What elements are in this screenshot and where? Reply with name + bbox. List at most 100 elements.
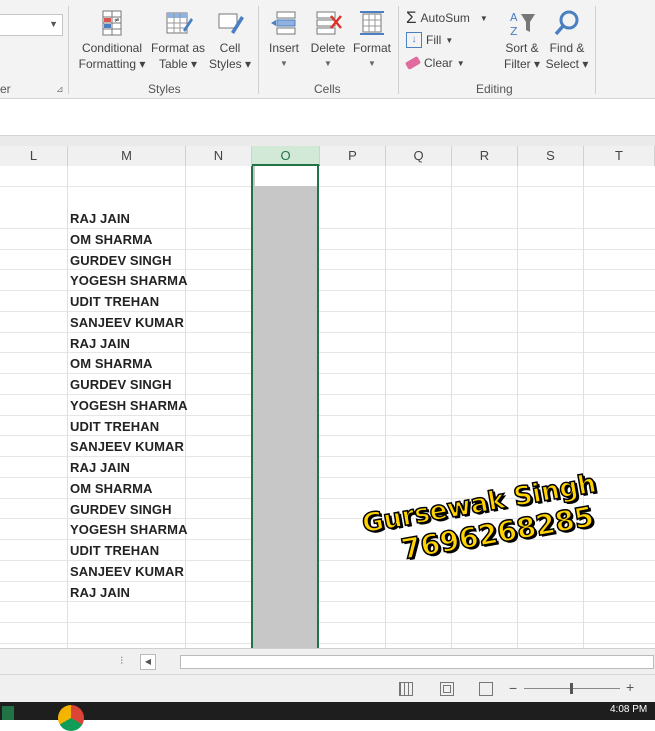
dialog-launcher-icon[interactable]: ⊿: [56, 84, 64, 95]
column-header-t[interactable]: T: [584, 146, 655, 166]
name-cell[interactable]: OM SHARMA: [70, 356, 153, 371]
gridline: [451, 166, 452, 648]
gridline: [0, 435, 655, 437]
excel-taskbar-icon[interactable]: [2, 706, 14, 720]
split-handle-icon[interactable]: ⁝: [120, 654, 124, 667]
column-header-p[interactable]: P: [320, 146, 386, 166]
name-cell[interactable]: YOGESH SHARMA: [70, 273, 188, 288]
chevron-down-icon: ▼: [49, 19, 58, 29]
page-layout-view-icon[interactable]: [440, 682, 454, 696]
name-cell[interactable]: RAJ JAIN: [70, 460, 130, 475]
styles-group-label: Styles: [148, 82, 181, 96]
active-cell[interactable]: [255, 166, 317, 186]
name-cell[interactable]: SANJEEV KUMAR: [70, 315, 184, 330]
ribbon: ▼ er ⊿ ≠ Conditional Formatting ▾ Format…: [0, 0, 655, 99]
group-separator: [258, 6, 259, 94]
clear-button[interactable]: Clear ▼: [404, 56, 465, 70]
gridline: [67, 166, 68, 648]
formula-bar-gap: [0, 136, 655, 146]
delete-label: Delete: [310, 41, 346, 55]
gridline: [0, 290, 655, 291]
column-header-o[interactable]: O: [252, 146, 320, 166]
name-cell[interactable]: UDIT TREHAN: [70, 419, 159, 434]
formula-bar[interactable]: [0, 99, 655, 136]
cell-styles-label-2: Styles ▾: [208, 57, 252, 71]
format-button[interactable]: Format ▼: [350, 8, 394, 72]
format-as-table-label-1: Format as: [150, 41, 205, 55]
chrome-icon[interactable]: [58, 705, 84, 731]
find-select-label-1: Find &: [549, 41, 585, 55]
font-size-box[interactable]: ▼: [0, 14, 63, 36]
name-cell[interactable]: YOGESH SHARMA: [70, 398, 188, 413]
gridline: [0, 601, 655, 603]
insert-label: Insert: [268, 41, 299, 55]
column-header-m[interactable]: M: [68, 146, 186, 166]
conditional-formatting-icon: ≠: [102, 10, 122, 36]
name-cell[interactable]: OM SHARMA: [70, 232, 153, 247]
zoom-slider-thumb[interactable]: [570, 683, 573, 694]
worksheet-grid[interactable]: RAJ JAIN OM SHARMA GURDEV SINGH YOGESH SHAR…: [0, 166, 655, 648]
gridline: [0, 642, 655, 644]
svg-text:≠: ≠: [114, 16, 120, 24]
insert-button[interactable]: Insert ▼: [262, 8, 306, 72]
magnifier-icon: [554, 10, 579, 36]
name-cell[interactable]: GURDEV SINGH: [70, 253, 172, 268]
gridline: [0, 393, 655, 395]
name-cell[interactable]: UDIT TREHAN: [70, 294, 159, 309]
column-header-r[interactable]: R: [452, 146, 518, 166]
name-cell[interactable]: OM SHARMA: [70, 481, 153, 496]
autosum-button[interactable]: Σ AutoSum ▼: [406, 8, 488, 28]
name-cell[interactable]: RAJ JAIN: [70, 211, 130, 226]
name-cell[interactable]: GURDEV SINGH: [70, 502, 172, 517]
normal-view-icon[interactable]: [399, 682, 413, 696]
gridline: [0, 269, 655, 271]
page-break-view-icon[interactable]: [479, 682, 493, 696]
svg-text:Z: Z: [510, 25, 518, 38]
autosum-label: AutoSum: [420, 11, 470, 25]
sort-filter-button[interactable]: A Z Sort & Filter ▾: [500, 8, 544, 72]
horizontal-scrollbar-thumb[interactable]: [180, 655, 654, 669]
selected-column-o[interactable]: [251, 166, 319, 648]
column-header-s[interactable]: S: [518, 146, 584, 166]
gridline: [0, 559, 655, 561]
name-cell[interactable]: SANJEEV KUMAR: [70, 564, 184, 579]
cell-styles-icon: [218, 13, 244, 34]
column-header-n[interactable]: N: [186, 146, 252, 166]
format-as-table-button[interactable]: Format as Table ▾: [148, 8, 208, 72]
chevron-down-icon: ▼: [479, 13, 488, 23]
clear-label: Clear: [424, 56, 453, 70]
name-cell[interactable]: RAJ JAIN: [70, 585, 130, 600]
gridline: [0, 248, 655, 250]
sigma-icon: Σ: [406, 8, 417, 27]
name-cell[interactable]: UDIT TREHAN: [70, 543, 159, 558]
fill-button[interactable]: ↓ Fill ▼: [406, 32, 453, 48]
format-as-table-icon: [166, 12, 193, 34]
format-cells-icon: [360, 11, 384, 35]
chevron-down-icon: ▼: [368, 59, 376, 68]
cell-styles-button[interactable]: Cell Styles ▾: [206, 8, 254, 72]
column-header-q[interactable]: Q: [386, 146, 452, 166]
name-cell[interactable]: RAJ JAIN: [70, 336, 130, 351]
gridline: [385, 166, 386, 648]
name-cell[interactable]: YOGESH SHARMA: [70, 522, 188, 537]
scroll-left-button[interactable]: ◀: [140, 654, 156, 670]
find-select-button[interactable]: Find & Select ▾: [544, 8, 590, 72]
group-separator: [595, 6, 596, 94]
name-cell[interactable]: GURDEV SINGH: [70, 377, 172, 392]
zoom-in-icon[interactable]: +: [626, 679, 634, 695]
format-label: Format: [352, 41, 391, 55]
fill-label: Fill: [426, 33, 442, 47]
zoom-out-icon[interactable]: −: [509, 680, 517, 696]
gridline: [0, 352, 655, 354]
delete-cells-icon: [316, 11, 342, 35]
conditional-formatting-button[interactable]: ≠ Conditional Formatting ▾: [74, 8, 150, 72]
find-select-label-2: Select ▾: [545, 57, 589, 71]
group-separator: [398, 6, 399, 94]
chevron-down-icon: ▼: [280, 59, 288, 68]
gridline: [517, 166, 518, 648]
chevron-down-icon: ▼: [324, 59, 332, 68]
sort-filter-icon: A Z: [510, 11, 535, 38]
name-cell[interactable]: SANJEEV KUMAR: [70, 439, 184, 454]
column-header-l[interactable]: L: [0, 146, 68, 166]
delete-button[interactable]: Delete ▼: [306, 8, 350, 72]
